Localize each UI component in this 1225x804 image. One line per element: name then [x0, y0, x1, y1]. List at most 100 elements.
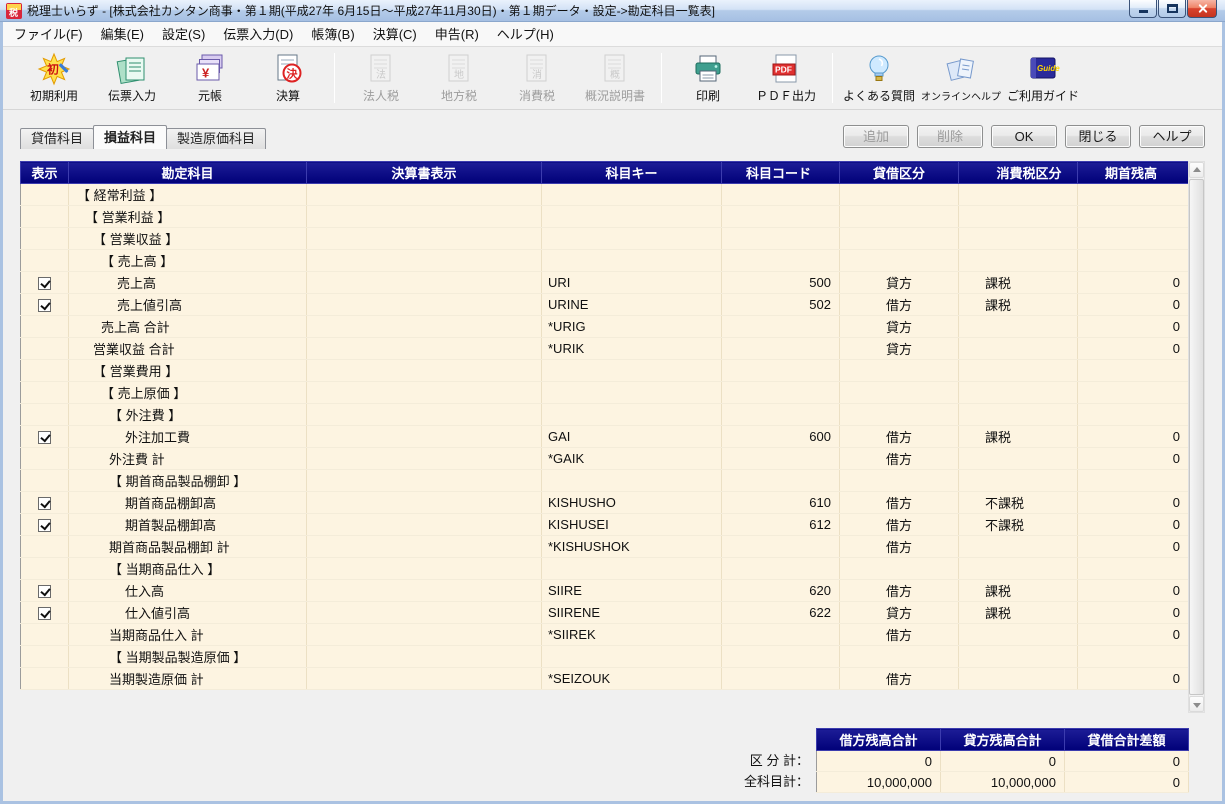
toolbar-settlement-button[interactable]: 決決算 — [249, 52, 327, 104]
menu-settlement[interactable]: 決算(C) — [364, 22, 426, 46]
menu-help[interactable]: ヘルプ(H) — [488, 22, 563, 46]
consumption-tax-type — [959, 206, 1078, 228]
account-row[interactable]: 【 営業収益 】 — [21, 228, 1189, 250]
account-row[interactable]: 売上高URI500貸方課税0 — [21, 272, 1189, 294]
account-key — [542, 404, 722, 426]
scroll-up-arrow-icon[interactable] — [1189, 162, 1204, 178]
add-button: 追加 — [843, 125, 909, 148]
visible-cell — [21, 228, 69, 250]
account-key: URI — [542, 272, 722, 294]
statement-display — [307, 294, 542, 316]
account-row[interactable]: 【 当期商品仕入 】 — [21, 558, 1189, 580]
account-key: GAI — [542, 426, 722, 448]
account-code — [722, 646, 840, 668]
settlement-icon: 決 — [271, 52, 305, 86]
summary-column-header: 貸借合計差額 — [1065, 729, 1189, 751]
maximize-button[interactable] — [1158, 0, 1186, 18]
account-name: 【 営業費用 】 — [69, 360, 307, 382]
toolbar-print-button[interactable]: 印刷 — [669, 52, 747, 104]
visible-checkbox[interactable] — [38, 585, 51, 598]
vertical-scrollbar[interactable] — [1188, 161, 1205, 713]
visible-checkbox[interactable] — [38, 299, 51, 312]
visible-cell — [21, 668, 69, 690]
visible-checkbox[interactable] — [38, 519, 51, 532]
account-row[interactable]: 売上値引高URINE502借方課税0 — [21, 294, 1189, 316]
account-row[interactable]: 【 売上高 】 — [21, 250, 1189, 272]
visible-checkbox[interactable] — [38, 277, 51, 290]
account-key — [542, 206, 722, 228]
toolbar-separator — [832, 53, 833, 103]
ok-button[interactable]: OK — [991, 125, 1057, 148]
tab-manufacturing-cost-accounts[interactable]: 製造原価科目 — [166, 128, 266, 149]
minimize-button[interactable] — [1129, 0, 1157, 18]
menu-settings[interactable]: 設定(S) — [153, 22, 214, 46]
tab-balance-sheet-accounts[interactable]: 貸借科目 — [20, 128, 94, 149]
account-row[interactable]: 仕入高SIIRE620借方課税0 — [21, 580, 1189, 602]
account-row[interactable]: 期首商品棚卸高KISHUSHO610借方不課税0 — [21, 492, 1189, 514]
toolbar-usage-guide-button[interactable]: Guideご利用ガイド — [1004, 52, 1082, 104]
account-row[interactable]: 当期製造原価 計*SEIZOUK借方0 — [21, 668, 1189, 690]
toolbar-pdf-output-button[interactable]: PDFＰＤＦ出力 — [747, 52, 825, 104]
debit-credit-type — [840, 360, 959, 382]
menu-books[interactable]: 帳簿(B) — [302, 22, 363, 46]
toolbar-online-help-button[interactable]: オンラインヘルプ — [918, 53, 1004, 103]
account-name: 売上値引高 — [69, 294, 307, 316]
summary-header: 借方残高合計貸方残高合計貸借合計差額 — [817, 729, 1189, 751]
svg-text:初: 初 — [47, 62, 59, 77]
account-row[interactable]: 【 外注費 】 — [21, 404, 1189, 426]
close-icon — [1188, 0, 1216, 17]
statement-display — [307, 184, 542, 206]
account-row[interactable]: 売上高 合計*URIG貸方0 — [21, 316, 1189, 338]
account-row[interactable]: 期首商品製品棚卸 計*KISHUSHOK借方0 — [21, 536, 1189, 558]
account-row[interactable]: 営業収益 合計*URIK貸方0 — [21, 338, 1189, 360]
toolbar-initial-use-button[interactable]: 初初期利用 — [15, 52, 93, 104]
consumption-tax-type — [959, 316, 1078, 338]
scroll-down-arrow-icon[interactable] — [1189, 696, 1204, 712]
toolbar-faq-button[interactable]: よくある質問 — [840, 52, 918, 104]
tab-profit-loss-accounts[interactable]: 損益科目 — [93, 125, 167, 149]
visible-cell — [21, 492, 69, 514]
toolbar-slip-input-button[interactable]: 伝票入力 — [93, 52, 171, 104]
slip-input-icon — [115, 52, 149, 86]
visible-checkbox[interactable] — [38, 431, 51, 444]
account-code — [722, 558, 840, 580]
account-row[interactable]: 期首製品棚卸高KISHUSEI612借方不課税0 — [21, 514, 1189, 536]
scrollbar-thumb[interactable] — [1189, 179, 1204, 695]
menu-edit[interactable]: 編集(E) — [92, 22, 153, 46]
toolbar-separator — [661, 53, 662, 103]
account-key — [542, 382, 722, 404]
summary-row: 10,000,00010,000,0000 — [817, 772, 1189, 793]
account-code — [722, 184, 840, 206]
menu-file[interactable]: ファイル(F) — [5, 22, 92, 46]
toolbar-label: 法人税 — [363, 87, 399, 104]
account-row[interactable]: 【 営業利益 】 — [21, 206, 1189, 228]
account-row[interactable]: 当期商品仕入 計*SIIREK借方0 — [21, 624, 1189, 646]
debit-credit-type: 貸方 — [840, 316, 959, 338]
statement-display — [307, 272, 542, 294]
opening-balance: 0 — [1078, 338, 1189, 360]
menu-filing[interactable]: 申告(R) — [426, 22, 488, 46]
account-name: 期首商品棚卸高 — [69, 492, 307, 514]
account-row[interactable]: 【 当期製品製造原価 】 — [21, 646, 1189, 668]
statement-display — [307, 470, 542, 492]
account-name: 期首製品棚卸高 — [69, 514, 307, 536]
account-row[interactable]: 【 売上原価 】 — [21, 382, 1189, 404]
account-row[interactable]: 仕入値引高SIIRENE622貸方課税0 — [21, 602, 1189, 624]
close-button[interactable] — [1187, 0, 1217, 18]
statement-display — [307, 492, 542, 514]
visible-checkbox[interactable] — [38, 607, 51, 620]
close-button[interactable]: 閉じる — [1065, 125, 1131, 148]
help-button[interactable]: ヘルプ — [1139, 125, 1205, 148]
account-row[interactable]: 【 営業費用 】 — [21, 360, 1189, 382]
consumption-tax-type — [959, 360, 1078, 382]
debit-credit-type: 借方 — [840, 492, 959, 514]
menu-slip-input[interactable]: 伝票入力(D) — [214, 22, 302, 46]
account-row[interactable]: 外注加工費GAI600借方課税0 — [21, 426, 1189, 448]
toolbar-general-ledger-button[interactable]: ¥元帳 — [171, 52, 249, 104]
account-row[interactable]: 【 経常利益 】 — [21, 184, 1189, 206]
account-row[interactable]: 【 期首商品製品棚卸 】 — [21, 470, 1189, 492]
debit-credit-type — [840, 228, 959, 250]
visible-checkbox[interactable] — [38, 497, 51, 510]
debit-credit-type — [840, 382, 959, 404]
account-row[interactable]: 外注費 計*GAIK借方0 — [21, 448, 1189, 470]
